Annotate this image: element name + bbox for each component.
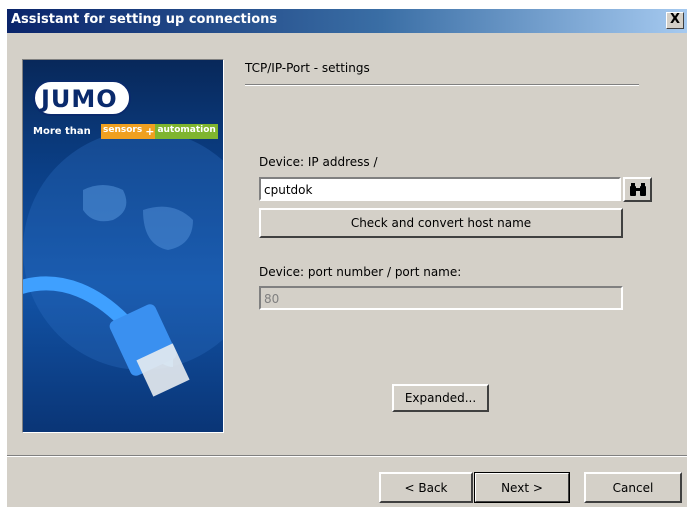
tagline-plus: + — [144, 124, 156, 139]
tagline-automation: automation — [155, 124, 218, 139]
connection-assistant-dialog: Assistant for setting up connections X J… — [6, 8, 687, 507]
page-heading: TCP/IP-Port - settings — [245, 61, 370, 75]
tagline-badge: sensors + automation — [101, 124, 218, 139]
jumo-banner-image: JUMO More than sensors + automation — [22, 59, 224, 433]
port-input[interactable]: 80 — [259, 286, 623, 310]
tagline-sensors: sensors — [101, 124, 145, 139]
heading-divider — [245, 84, 639, 86]
back-button[interactable]: < Back — [379, 472, 473, 503]
window-title: Assistant for setting up connections — [11, 12, 278, 27]
check-convert-host-button[interactable]: Check and convert host name — [259, 208, 623, 238]
title-bar[interactable]: Assistant for setting up connections X — [7, 9, 687, 33]
ip-address-label: Device: IP address / — [259, 155, 378, 169]
expanded-button[interactable]: Expanded... — [392, 384, 489, 412]
browse-host-button[interactable] — [623, 177, 652, 202]
jumo-logo: JUMO — [33, 80, 131, 116]
binoculars-icon — [629, 182, 646, 196]
port-label: Device: port number / port name: — [259, 265, 462, 279]
ip-address-input[interactable]: cputdok — [259, 177, 621, 201]
cancel-button[interactable]: Cancel — [584, 472, 682, 503]
footer-divider — [7, 455, 687, 457]
close-button[interactable]: X — [666, 12, 684, 29]
logo-text: JUMO — [41, 85, 118, 113]
next-button[interactable]: Next > — [474, 472, 570, 503]
tagline-prefix: More than — [33, 126, 91, 137]
